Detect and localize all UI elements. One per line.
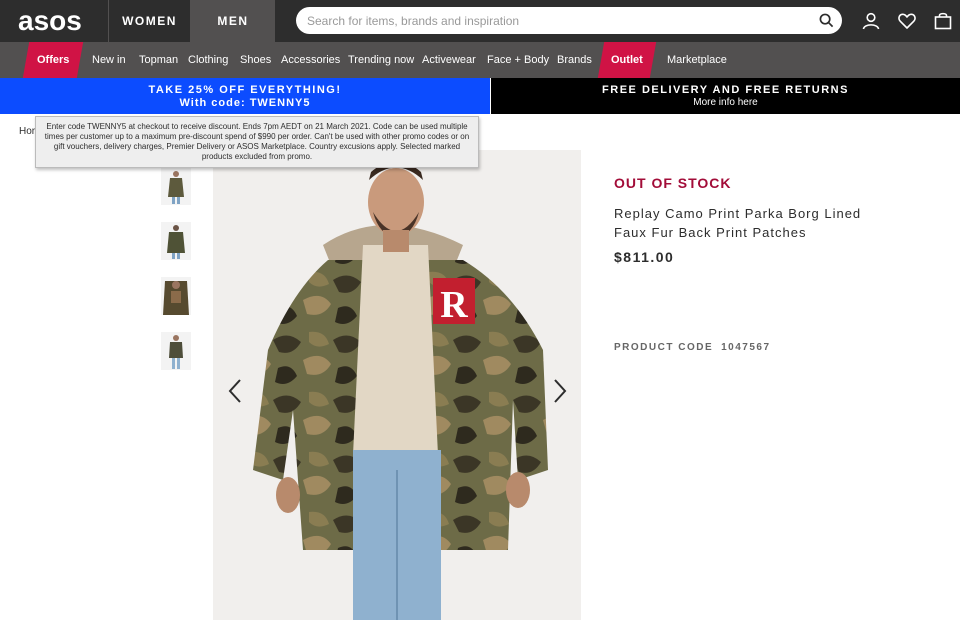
nav-item-accessories[interactable]: Accessories <box>281 42 340 78</box>
account-icon[interactable] <box>862 12 880 30</box>
search-input[interactable] <box>307 7 807 34</box>
promo-delivery-headline: FREE DELIVERY AND FREE RETURNS <box>602 84 849 96</box>
nav-item-shoes[interactable]: Shoes <box>240 42 271 78</box>
product-thumbnail[interactable] <box>161 222 191 260</box>
nav-item-outlet[interactable]: Outlet <box>597 42 657 78</box>
nav-men[interactable]: MEN <box>191 0 275 42</box>
nav-item-topman[interactable]: Topman <box>139 42 178 78</box>
promo-delivery-banner[interactable]: FREE DELIVERY AND FREE RETURNS More info… <box>491 78 960 114</box>
svg-text:asos: asos <box>18 6 82 36</box>
product-code: PRODUCT CODE 1047567 <box>614 342 771 353</box>
promo-terms-tooltip: Enter code TWENNY5 at checkout to receiv… <box>35 116 479 168</box>
promo-delivery-link[interactable]: More info here <box>491 97 960 108</box>
nav-item-offers[interactable]: Offers <box>22 42 84 78</box>
product-price: $811.00 <box>614 249 675 265</box>
previous-image-arrow[interactable] <box>226 378 246 404</box>
nav-item-trending-now[interactable]: Trending now <box>348 42 414 78</box>
nav-item-brands[interactable]: Brands <box>557 42 592 78</box>
nav-item-marketplace[interactable]: Marketplace <box>667 42 727 78</box>
nav-item-face-body[interactable]: Face + Body <box>487 42 549 78</box>
top-bar: asos WOMEN MEN <box>0 0 960 42</box>
search-box <box>296 7 842 34</box>
next-image-arrow[interactable] <box>549 378 569 404</box>
stock-status: OUT OF STOCK <box>614 175 732 191</box>
category-nav: Offers New in Topman Clothing Shoes Acce… <box>0 42 960 78</box>
product-thumbnail[interactable] <box>161 332 191 370</box>
product-thumbnail[interactable] <box>161 277 191 315</box>
breadcrumb[interactable]: Hor <box>19 126 35 137</box>
product-title: Replay Camo Print Parka Borg Lined Faux … <box>614 206 862 240</box>
asos-logo[interactable]: asos <box>18 5 98 36</box>
promo-discount-headline: TAKE 25% OFF EVERYTHING! <box>148 84 342 96</box>
product-code-value: 1047567 <box>721 342 771 353</box>
heart-icon[interactable] <box>898 12 916 30</box>
product-code-label: PRODUCT CODE <box>614 342 714 353</box>
product-main-image: R <box>213 150 581 620</box>
nav-item-clothing[interactable]: Clothing <box>188 42 228 78</box>
nav-item-activewear[interactable]: Activewear <box>422 42 476 78</box>
product-thumbnail[interactable] <box>161 167 191 205</box>
svg-text:R: R <box>440 284 468 326</box>
bag-icon[interactable] <box>934 12 952 30</box>
promo-discount-banner[interactable]: TAKE 25% OFF EVERYTHING! With code: TWEN… <box>0 78 490 114</box>
nav-women[interactable]: WOMEN <box>108 0 191 42</box>
search-icon[interactable] <box>819 13 834 28</box>
nav-item-new-in[interactable]: New in <box>92 42 126 78</box>
promo-discount-code: With code: TWENNY5 <box>179 97 311 109</box>
